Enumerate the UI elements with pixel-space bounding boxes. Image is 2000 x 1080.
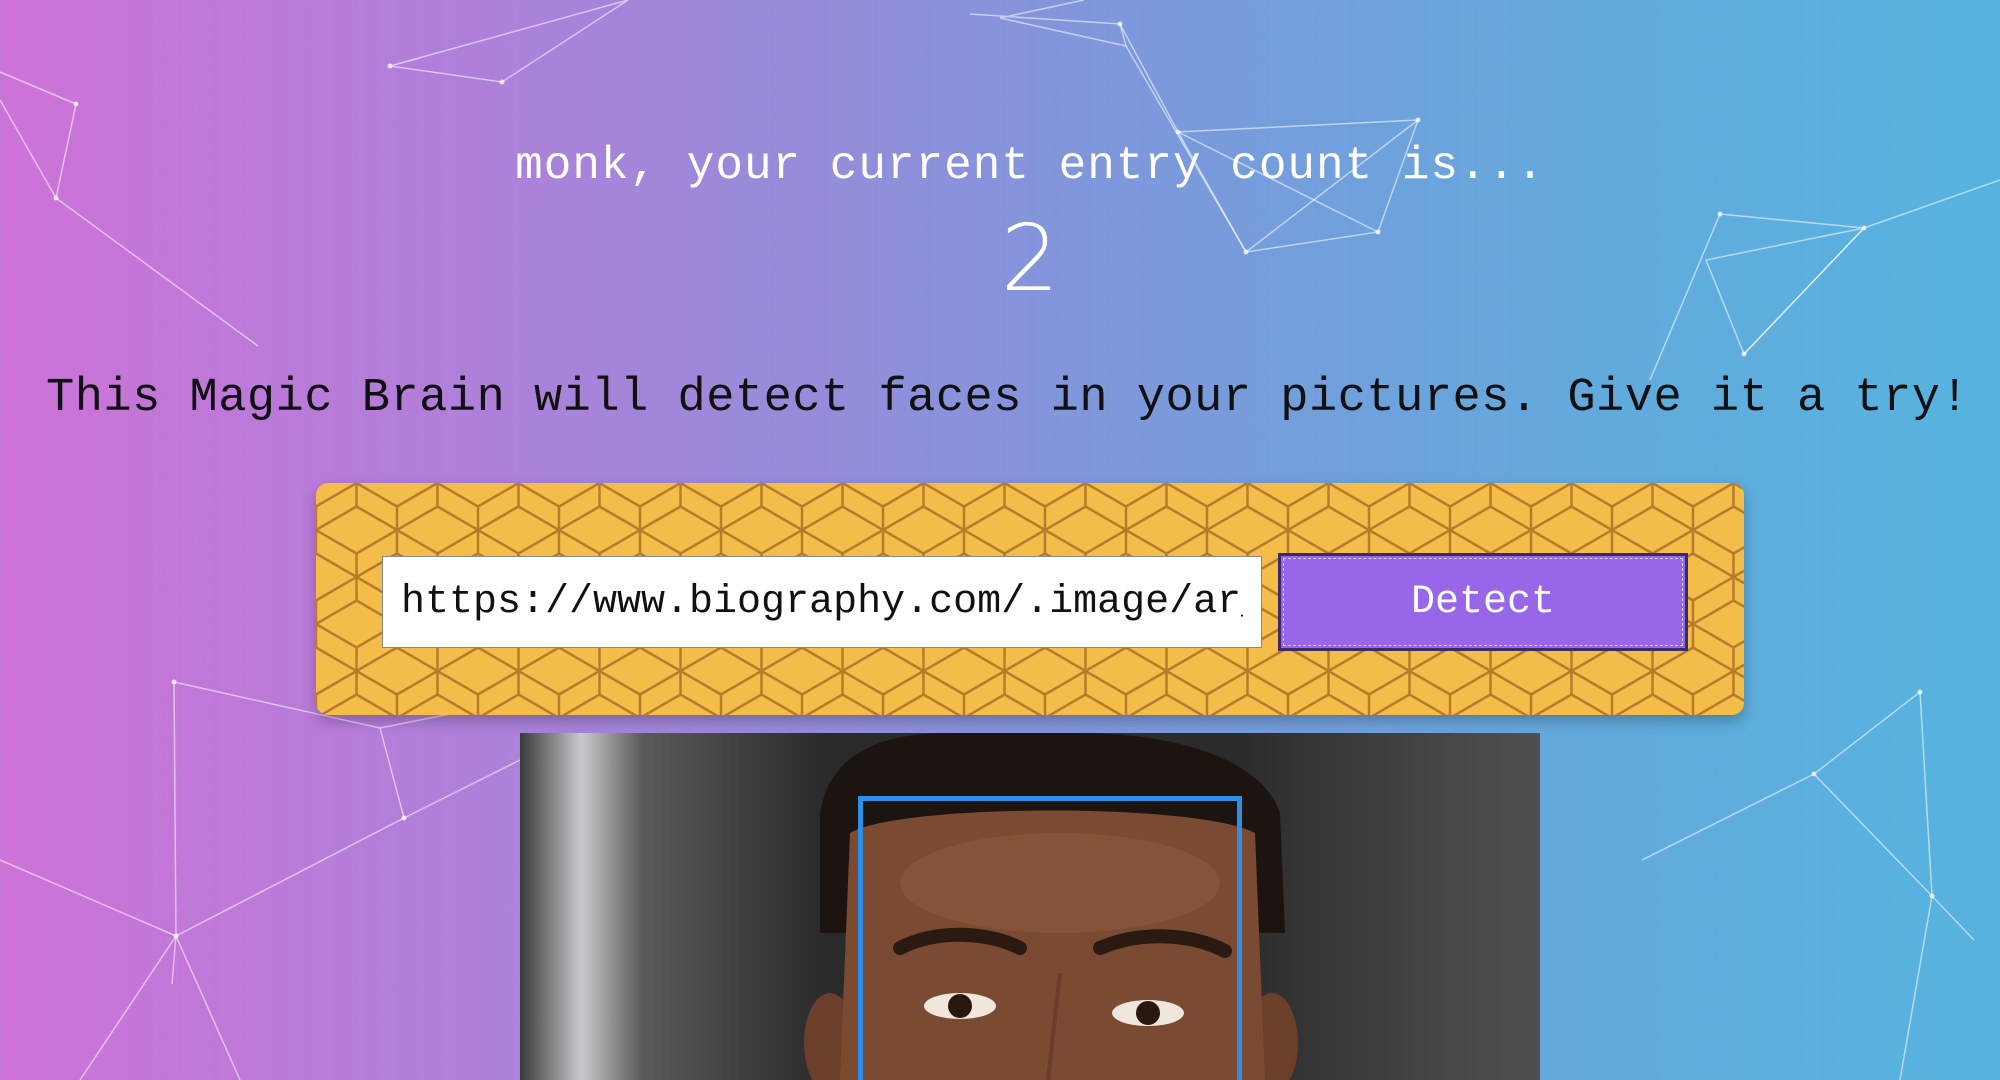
entry-count-message: monk, your current entry count is... [515, 140, 1545, 192]
page-tagline: This Magic Brain will detect faces in yo… [46, 372, 1970, 425]
face-bounding-box [858, 796, 1242, 1080]
detect-button[interactable]: Detect [1278, 553, 1688, 651]
entry-count-value: 2 [1000, 205, 1060, 312]
image-link-form: Detect [316, 483, 1744, 715]
image-url-input[interactable] [382, 556, 1262, 648]
